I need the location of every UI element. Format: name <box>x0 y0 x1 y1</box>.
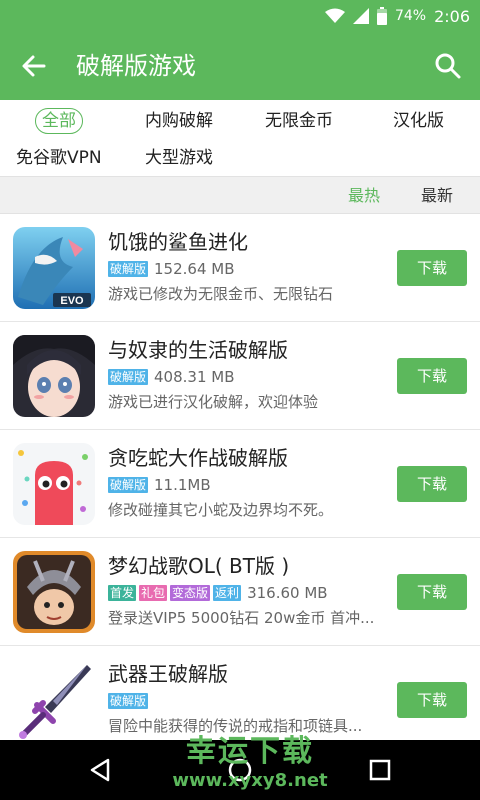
page-title: 破解版游戏 <box>76 52 196 80</box>
game-description: 修改碰撞其它小蛇及边界均不死。 <box>108 501 334 519</box>
game-description: 冒险中能获得的传说的戒指和项链具... <box>108 717 363 735</box>
rebate-badge: 返利 <box>213 585 242 601</box>
game-name: 饥饿的鲨鱼进化 <box>108 230 248 254</box>
gift-pack-badge: 礼包 <box>139 585 168 601</box>
sort-new-tab[interactable]: 最新 <box>421 185 453 207</box>
filter-chinese[interactable]: 汉化版 <box>393 109 444 133</box>
crack-badge: 破解版 <box>108 693 149 709</box>
file-size: 11.1MB <box>154 476 211 494</box>
filter-tags: 全部 内购破解 无限金币 汉化版 免谷歌VPN 大型游戏 <box>0 100 480 176</box>
game-description: 登录送VIP5 5000钻石 20w金币 首冲... <box>108 609 375 627</box>
battery-icon <box>376 7 387 25</box>
meta-row: 破解版 <box>108 691 149 711</box>
sort-hot-tab[interactable]: 最热 <box>348 185 380 207</box>
game-item[interactable]: EVO 饥饿的鲨鱼进化 破解版 152.64 MB 游戏已修改为无限金币、无限钻… <box>0 214 480 322</box>
game-name: 梦幻战歌OL( BT版 ) <box>108 554 290 578</box>
anime-girl-icon <box>13 335 95 417</box>
filter-no-google-vpn[interactable]: 免谷歌VPN <box>16 146 102 170</box>
nav-recent-apps-icon[interactable] <box>366 756 394 784</box>
file-size: 152.64 MB <box>154 260 235 278</box>
search-button[interactable] <box>432 50 464 82</box>
meta-row: 破解版 152.64 MB <box>108 259 235 279</box>
crack-badge: 破解版 <box>108 477 149 493</box>
nav-back-icon[interactable] <box>86 756 114 784</box>
battery-percentage: 74% <box>394 8 427 24</box>
filter-large-games[interactable]: 大型游戏 <box>145 146 213 170</box>
status-bar: 74% 2:06 <box>0 0 480 32</box>
game-description: 游戏已进行汉化破解，欢迎体验 <box>108 393 319 411</box>
first-release-badge: 首发 <box>108 585 137 601</box>
clock: 2:06 <box>434 6 470 26</box>
meta-row: 破解版 11.1MB <box>108 475 211 495</box>
game-name: 武器王破解版 <box>108 662 228 686</box>
back-button[interactable] <box>18 50 50 82</box>
game-description: 游戏已修改为无限金币、无限钻石 <box>108 285 334 303</box>
game-item[interactable]: 梦幻战歌OL( BT版 ) 首发 礼包 变态版 返利 316.60 MB 登录送… <box>0 538 480 646</box>
download-button[interactable]: 下载 <box>397 250 467 286</box>
nav-home-icon[interactable] <box>226 756 254 784</box>
bt-version-badge: 变态版 <box>170 585 211 601</box>
download-button[interactable]: 下载 <box>397 574 467 610</box>
game-name: 贪吃蛇大作战破解版 <box>108 446 288 470</box>
arrow-left-icon <box>22 55 46 77</box>
game-item[interactable]: 贪吃蛇大作战破解版 破解版 11.1MB 修改碰撞其它小蛇及边界均不死。 下载 <box>0 430 480 538</box>
crack-badge: 破解版 <box>108 369 149 385</box>
sort-bar: 最热 最新 <box>0 176 480 214</box>
shark-game-icon: EVO <box>13 227 95 309</box>
sword-game-icon <box>13 659 95 740</box>
navigation-bar <box>0 740 480 800</box>
game-item[interactable]: 武器王破解版 破解版 冒险中能获得的传说的戒指和项链具... 下载 <box>0 646 480 740</box>
signal-icon <box>352 8 369 24</box>
game-name: 与奴隶的生活破解版 <box>108 338 288 362</box>
download-button[interactable]: 下载 <box>397 682 467 718</box>
filter-iap-crack[interactable]: 内购破解 <box>145 109 213 133</box>
status-icons: 74% 2:06 <box>324 5 470 27</box>
download-button[interactable]: 下载 <box>397 466 467 502</box>
file-size: 408.31 MB <box>154 368 235 386</box>
meta-row: 破解版 408.31 MB <box>108 367 235 387</box>
crack-badge: 破解版 <box>108 261 149 277</box>
search-icon <box>435 53 461 79</box>
icon-label: EVO <box>60 295 84 307</box>
game-item[interactable]: 与奴隶的生活破解版 破解版 408.31 MB 游戏已进行汉化破解，欢迎体验 下… <box>0 322 480 430</box>
filter-unlimited-coins[interactable]: 无限金币 <box>265 109 333 133</box>
wifi-icon <box>324 8 345 23</box>
download-button[interactable]: 下载 <box>397 358 467 394</box>
app-bar: 破解版游戏 <box>0 32 480 100</box>
warrior-game-icon <box>13 551 95 633</box>
filter-all[interactable]: 全部 <box>35 108 83 134</box>
file-size: 316.60 MB <box>247 584 328 602</box>
meta-row: 首发 礼包 变态版 返利 316.60 MB <box>108 583 328 603</box>
snake-game-icon <box>13 443 95 525</box>
game-list: EVO 饥饿的鲨鱼进化 破解版 152.64 MB 游戏已修改为无限金币、无限钻… <box>0 214 480 740</box>
